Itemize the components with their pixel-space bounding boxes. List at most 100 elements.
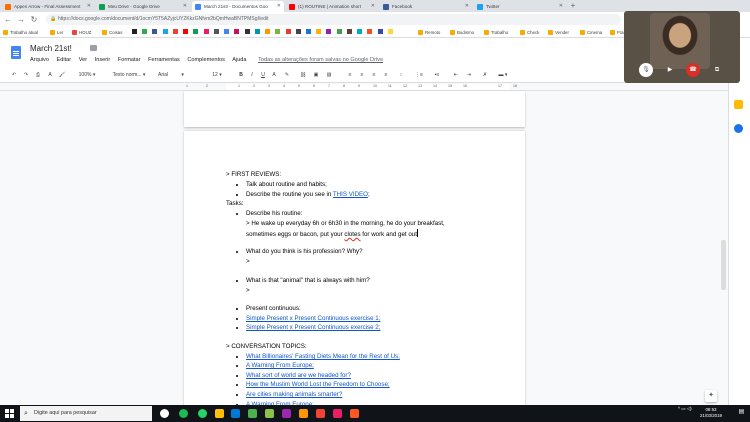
comment-icon[interactable]: ▣ bbox=[312, 71, 320, 80]
system-clock[interactable]: 08:53 21/03/2019 bbox=[700, 407, 722, 419]
this-video-link[interactable]: THIS VIDEO bbox=[333, 191, 368, 198]
redo-icon[interactable]: ↷ bbox=[22, 71, 30, 80]
exercise-link-1[interactable]: Simple Present x Present Continuous exer… bbox=[246, 315, 380, 323]
numbered-list-icon[interactable]: ⋮≡ bbox=[414, 71, 424, 80]
justify-icon[interactable]: ≡ bbox=[382, 71, 390, 80]
bookmark-cinema[interactable]: Cinema bbox=[580, 28, 602, 37]
input-tools-icon[interactable]: ▬ ▾ bbox=[496, 71, 510, 80]
topic-link[interactable]: How the Muslim World Lost the Freedom to… bbox=[246, 381, 390, 389]
close-icon[interactable]: ✕ bbox=[277, 1, 281, 12]
keep-icon[interactable] bbox=[734, 100, 743, 109]
back-arrow-icon[interactable]: ← bbox=[3, 14, 13, 25]
bookmark-budismo[interactable]: Budismo bbox=[450, 28, 474, 37]
app-icon[interactable] bbox=[350, 409, 359, 418]
align-center-icon[interactable]: ≡ bbox=[358, 71, 366, 80]
menu-ferramentas[interactable]: Ferramentas bbox=[148, 57, 180, 63]
file-explorer-icon[interactable] bbox=[215, 409, 224, 418]
app-icon[interactable] bbox=[333, 409, 342, 418]
undo-icon[interactable]: ↶ bbox=[10, 71, 18, 80]
font-select[interactable]: Arial ▾ bbox=[158, 71, 198, 80]
close-icon[interactable]: ✕ bbox=[87, 1, 91, 12]
font-size-select[interactable]: 12 ▾ bbox=[206, 71, 228, 80]
document-page[interactable]: > FIRST REVIEWS: Talk about routine and … bbox=[184, 131, 525, 411]
tab-twitter[interactable]: Twitter ✕ bbox=[474, 1, 566, 12]
url-input[interactable]: 🔒 https://docs.google.com/document/d/1oc… bbox=[46, 14, 621, 25]
bookmark-houz[interactable]: HOUZ bbox=[72, 28, 91, 37]
windows-start-icon[interactable] bbox=[5, 409, 14, 418]
tab-google-drive[interactable]: Meu Drive - Google Drive ✕ bbox=[96, 1, 190, 12]
taskbar-search-input[interactable]: ⌕ Digite aqui para pesquisar bbox=[20, 406, 152, 421]
underline-icon[interactable]: U bbox=[259, 71, 267, 80]
new-tab-button[interactable]: + bbox=[568, 1, 578, 11]
tab-facebook[interactable]: Facebook ✕ bbox=[380, 1, 472, 12]
menu-arquivo[interactable]: Arquivo bbox=[30, 57, 49, 63]
decrease-indent-icon[interactable]: ⇤ bbox=[452, 71, 460, 80]
paint-format-icon[interactable]: 🖌 bbox=[58, 71, 66, 80]
italic-icon[interactable]: I bbox=[248, 71, 256, 80]
spotify-icon[interactable] bbox=[179, 409, 188, 418]
app-icon[interactable] bbox=[282, 409, 291, 418]
bookmark-icon-row[interactable] bbox=[132, 28, 397, 37]
app-icon[interactable] bbox=[248, 409, 257, 418]
highlight-icon[interactable]: ✎ bbox=[283, 71, 291, 80]
topic-link[interactable]: What sort of world are we headed for? bbox=[246, 372, 351, 380]
bookmark-ler[interactable]: Ler bbox=[50, 28, 63, 37]
menu-editar[interactable]: Editar bbox=[57, 57, 72, 63]
zoom-select[interactable]: 100% ▾ bbox=[76, 71, 98, 80]
chrome-icon[interactable] bbox=[160, 409, 169, 418]
notifications-icon[interactable]: ▤ bbox=[737, 408, 746, 417]
close-icon[interactable]: ✕ bbox=[559, 1, 563, 12]
bulleted-list-icon[interactable]: •≡ bbox=[432, 71, 442, 80]
align-left-icon[interactable]: ≡ bbox=[346, 71, 354, 80]
explore-icon[interactable]: ✦ bbox=[705, 390, 717, 402]
clear-formatting-icon[interactable]: ✗ bbox=[481, 71, 489, 80]
link-icon[interactable]: ⛓ bbox=[299, 71, 307, 80]
style-select[interactable]: Texto norm... ▾ bbox=[108, 71, 150, 80]
app-icon[interactable] bbox=[231, 409, 240, 418]
align-right-icon[interactable]: ≡ bbox=[370, 71, 378, 80]
tasks-icon[interactable] bbox=[734, 124, 743, 133]
menu-ajuda[interactable]: Ajuda bbox=[232, 57, 246, 63]
camera-icon[interactable]: ▶ bbox=[663, 63, 677, 77]
document-title[interactable]: March 21st! bbox=[30, 44, 72, 53]
volume-icon[interactable]: ◁) bbox=[687, 406, 692, 411]
topic-link[interactable]: What Billionaires' Fasting Diets Mean fo… bbox=[246, 353, 400, 361]
bookmark-trabalho[interactable]: Trabalho bbox=[484, 28, 508, 37]
line-spacing-icon[interactable]: ↕ bbox=[397, 71, 405, 80]
close-icon[interactable]: ✕ bbox=[183, 1, 187, 12]
spellcheck-icon[interactable]: A bbox=[46, 71, 54, 80]
menu-inserir[interactable]: Inserir bbox=[95, 57, 111, 63]
close-icon[interactable]: ✕ bbox=[371, 1, 375, 12]
close-icon[interactable]: ✕ bbox=[465, 1, 469, 12]
system-tray[interactable]: ^ ▭ ◁) bbox=[678, 406, 692, 412]
bookmark-coisas[interactable]: Coisas bbox=[102, 28, 122, 37]
bookmark-remoto[interactable]: Remoto bbox=[418, 28, 440, 37]
misspelled-word[interactable]: clotes bbox=[344, 231, 360, 238]
tab-appen-arrow[interactable]: Appen Arrow - Final Assessment ✕ bbox=[2, 1, 94, 12]
reload-icon[interactable]: ↻ bbox=[29, 14, 39, 25]
saved-status[interactable]: Todas as alterações foram salvas no Goog… bbox=[258, 57, 383, 63]
topic-link[interactable]: Are cities making animals smarter? bbox=[246, 391, 342, 399]
app-icon[interactable] bbox=[299, 409, 308, 418]
text-color-icon[interactable]: A bbox=[270, 71, 278, 80]
whatsapp-icon[interactable] bbox=[198, 409, 207, 418]
bookmark-check[interactable]: Check bbox=[520, 28, 539, 37]
ruler-text-area[interactable]: 1 2 1 2 3 4 5 6 7 8 9 10 11 12 13 14 15 … bbox=[186, 84, 517, 90]
bookmark-trabalho-atual[interactable]: Trabalho atual bbox=[3, 28, 38, 37]
app-icon[interactable] bbox=[265, 409, 274, 418]
move-to-folder-icon[interactable] bbox=[90, 45, 97, 51]
increase-indent-icon[interactable]: ⇥ bbox=[465, 71, 473, 80]
google-docs-logo-icon[interactable] bbox=[11, 46, 21, 59]
topic-link[interactable]: A Warning From Europe; bbox=[246, 362, 314, 370]
menu-ver[interactable]: Ver bbox=[79, 57, 87, 63]
popout-icon[interactable]: ⧉ bbox=[710, 63, 724, 77]
document-page-previous[interactable] bbox=[184, 91, 525, 127]
forward-arrow-icon[interactable]: → bbox=[16, 14, 26, 25]
print-icon[interactable]: ⎙ bbox=[34, 71, 42, 80]
app-icon[interactable] bbox=[316, 409, 325, 418]
bold-icon[interactable]: B bbox=[237, 71, 245, 80]
tab-march-doc[interactable]: March 21st! - Documentos Goo ✕ bbox=[192, 1, 284, 12]
tab-youtube-routine[interactable]: (1) ROUTINE | Animation short ✕ bbox=[286, 1, 378, 12]
network-icon[interactable]: ▭ bbox=[681, 406, 685, 411]
bookmark-vender[interactable]: Vender bbox=[548, 28, 569, 37]
